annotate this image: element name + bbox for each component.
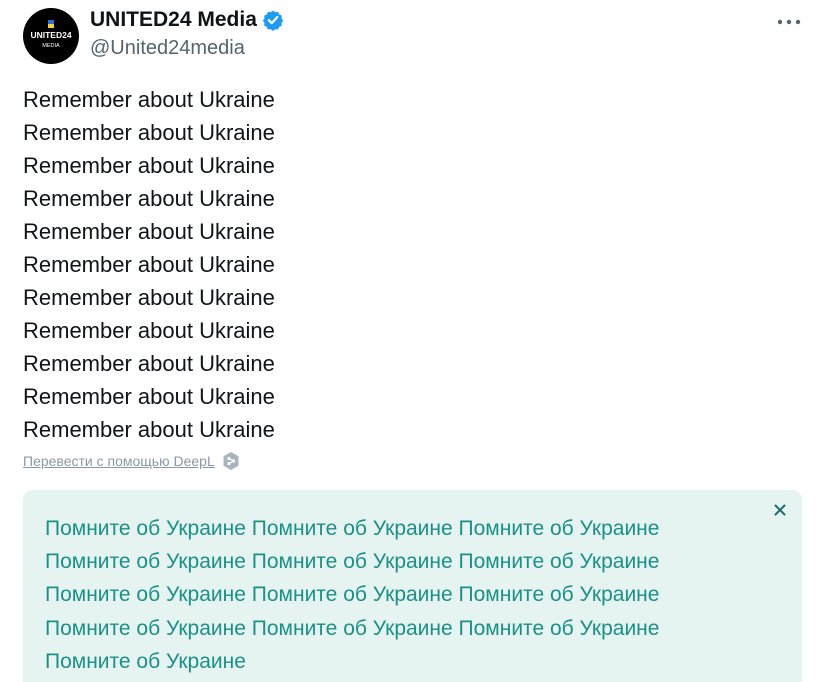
tweet-card: UNITED24 MEDIA UNITED24 Media @United24m… <box>0 0 822 682</box>
translate-row: Перевести с помощью DeepL <box>23 451 241 471</box>
tweet-line: Remember about Ukraine <box>23 153 275 178</box>
tweet-line: Remember about Ukraine <box>23 252 275 277</box>
united24-logo-icon: UNITED24 MEDIA <box>30 20 72 49</box>
tweet-text: Remember about Ukraine Remember about Uk… <box>23 83 583 446</box>
translate-link[interactable]: Перевести с помощью DeepL <box>23 453 215 469</box>
avatar-logo-text: UNITED24 <box>30 30 71 40</box>
deepl-icon[interactable] <box>221 451 241 471</box>
close-icon[interactable] <box>768 498 792 522</box>
author-handle[interactable]: @United24media <box>90 37 245 60</box>
tweet-line: Remember about Ukraine <box>23 417 275 442</box>
avatar[interactable]: UNITED24 MEDIA <box>23 8 79 64</box>
tweet-line: Remember about Ukraine <box>23 384 275 409</box>
tweet-line: Remember about Ukraine <box>23 87 275 112</box>
translation-text: Помните об Украине Помните об Украине По… <box>45 517 660 673</box>
tweet-line: Remember about Ukraine <box>23 186 275 211</box>
tweet-line: Remember about Ukraine <box>23 219 275 244</box>
tweet-line: Remember about Ukraine <box>23 351 275 376</box>
author-display-name[interactable]: UNITED24 Media <box>90 8 257 32</box>
tweet-line: Remember about Ukraine <box>23 120 275 145</box>
author-name[interactable]: UNITED24 Media <box>90 8 284 32</box>
verified-badge-icon[interactable] <box>262 9 284 31</box>
more-options-icon[interactable] <box>772 10 806 34</box>
translation-panel: Помните об Украине Помните об Украине По… <box>23 490 802 682</box>
avatar-logo-subtext: MEDIA <box>42 43 60 49</box>
tweet-line: Remember about Ukraine <box>23 285 275 310</box>
tweet-line: Remember about Ukraine <box>23 318 275 343</box>
